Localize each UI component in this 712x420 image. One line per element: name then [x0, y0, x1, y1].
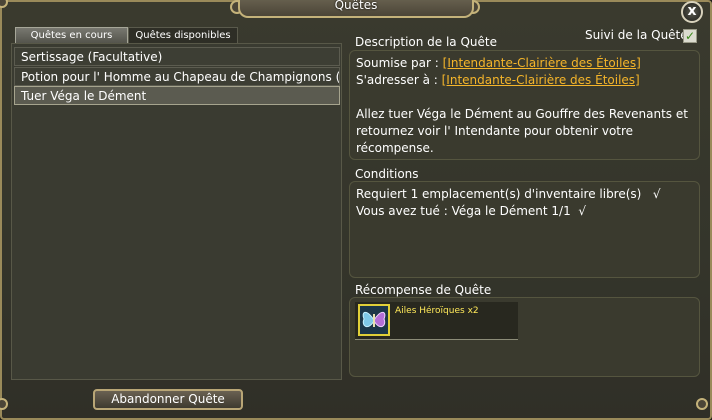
quest-list-item[interactable]: Sertissage (Facultative): [14, 47, 340, 66]
reward-item-slot[interactable]: Ailes Héroïques x2: [355, 302, 518, 340]
abandon-quest-button[interactable]: Abandonner Quête: [93, 389, 243, 410]
window-title: Quêtes: [238, 0, 474, 18]
description-text: Allez tuer Véga le Dément au Gouffre des…: [356, 107, 688, 121]
butterfly-wings-icon: [358, 304, 390, 336]
condition-kill: Vous avez tué : Véga le Dément 1/1: [356, 204, 571, 218]
quest-list: Sertissage (Facultative) Potion pour l' …: [11, 43, 342, 380]
conditions-heading: Conditions: [355, 167, 419, 181]
corner-ornament: [0, 0, 8, 8]
quest-tracking-checkbox[interactable]: ✓: [683, 29, 697, 43]
submitted-by-label: Soumise par :: [356, 56, 439, 70]
tab-available-quests[interactable]: Quêtes disponibles: [128, 27, 238, 43]
description-box: Soumise par : [Intendante-Clairière des …: [349, 50, 700, 160]
corner-ornament: [0, 398, 8, 410]
condition-met-icon: √: [652, 187, 661, 201]
quest-tracking-label: Suivi de la Quête: [585, 28, 688, 42]
description-heading: Description de la Quête: [355, 35, 497, 49]
quest-list-item[interactable]: Potion pour l' Homme au Chapeau de Champ…: [14, 67, 340, 86]
condition-inventory: Requiert 1 emplacement(s) d'inventaire l…: [356, 187, 642, 201]
submitted-by-link[interactable]: [Intendante-Clairière des Étoiles]: [443, 56, 641, 70]
condition-met-icon: √: [578, 204, 587, 218]
conditions-box: Requiert 1 emplacement(s) d'inventaire l…: [349, 181, 700, 278]
corner-ornament: [696, 398, 708, 410]
description-text: retournez voir l' Intendante pour obteni…: [356, 124, 634, 155]
address-to-link[interactable]: [Intendante-Clairière des Étoiles]: [442, 73, 640, 87]
address-to-label: S'adresser à :: [356, 73, 438, 87]
checkmark-icon: ✓: [684, 29, 696, 43]
tab-current-quests[interactable]: Quêtes en cours: [15, 27, 128, 43]
quest-list-item-selected[interactable]: Tuer Véga le Dément: [14, 86, 340, 105]
close-icon: x: [687, 3, 697, 19]
reward-heading: Récompense de Quête: [355, 283, 492, 297]
close-button[interactable]: x: [681, 1, 703, 23]
reward-item-name: Ailes Héroïques x2: [395, 306, 479, 316]
